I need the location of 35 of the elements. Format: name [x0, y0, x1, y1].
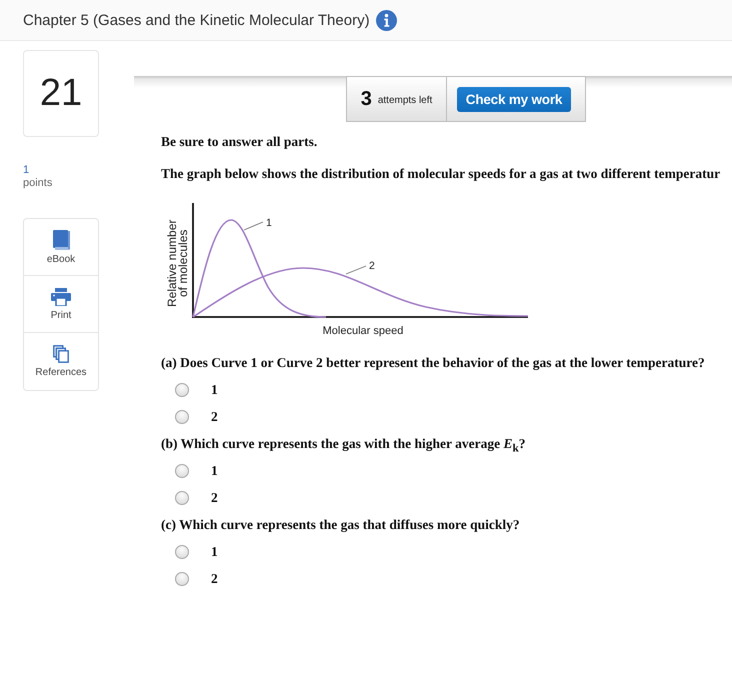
- x-axis-label: Molecular speed: [322, 325, 404, 337]
- option-label: 1: [211, 382, 218, 398]
- radio-button[interactable]: [175, 382, 189, 396]
- radio-button[interactable]: [175, 544, 189, 558]
- question-prompt: The graph below shows the distribution of molecular speeds for a gas at two different temperatur: [161, 165, 722, 183]
- tool-button[interactable]: eBook: [24, 219, 98, 276]
- printer-icon: [51, 288, 71, 306]
- check-my-work-button[interactable]: Check my work: [457, 86, 571, 112]
- option-label: 2: [211, 408, 218, 424]
- chapter-title: Chapter 5 (Gases and the Kinetic Molecular Theory): [23, 12, 370, 28]
- leader-line: [346, 266, 366, 274]
- question-text: (a) Does Curve 1 or Curve 2 better represent the behavior of the gas at the lower temperature?: [161, 354, 706, 372]
- leader-line: [244, 222, 264, 230]
- option-label: 1: [211, 544, 218, 560]
- y-axis-label: Relative number of molecules: [167, 218, 189, 309]
- info-icon[interactable]: [376, 10, 397, 30]
- instructions-text: Be sure to answer all parts.: [161, 133, 318, 151]
- points-value: 1: [23, 164, 30, 176]
- points-label: points: [23, 177, 54, 189]
- curve-label: 1: [266, 217, 272, 229]
- option-label: 2: [211, 490, 218, 506]
- question-text: (b) Which curve represents the gas with the higher average E$_{k}$?: [161, 435, 527, 457]
- radio-button[interactable]: [175, 410, 189, 424]
- curve-label: 2: [369, 260, 375, 272]
- radio-button[interactable]: [175, 464, 189, 478]
- book-icon: [52, 230, 70, 250]
- option-label: 1: [211, 462, 218, 478]
- attempts-label: attempts left: [378, 94, 432, 106]
- question-number: 21: [23, 50, 99, 137]
- stacked-pages-icon: [53, 345, 69, 363]
- option-label: 2: [211, 570, 218, 586]
- radio-button[interactable]: [175, 490, 189, 504]
- question-text: (c) Which curve represents the gas that diffuses more quickly?: [161, 516, 521, 534]
- attempts-count: 3: [360, 88, 372, 110]
- radio-button[interactable]: [175, 572, 189, 586]
